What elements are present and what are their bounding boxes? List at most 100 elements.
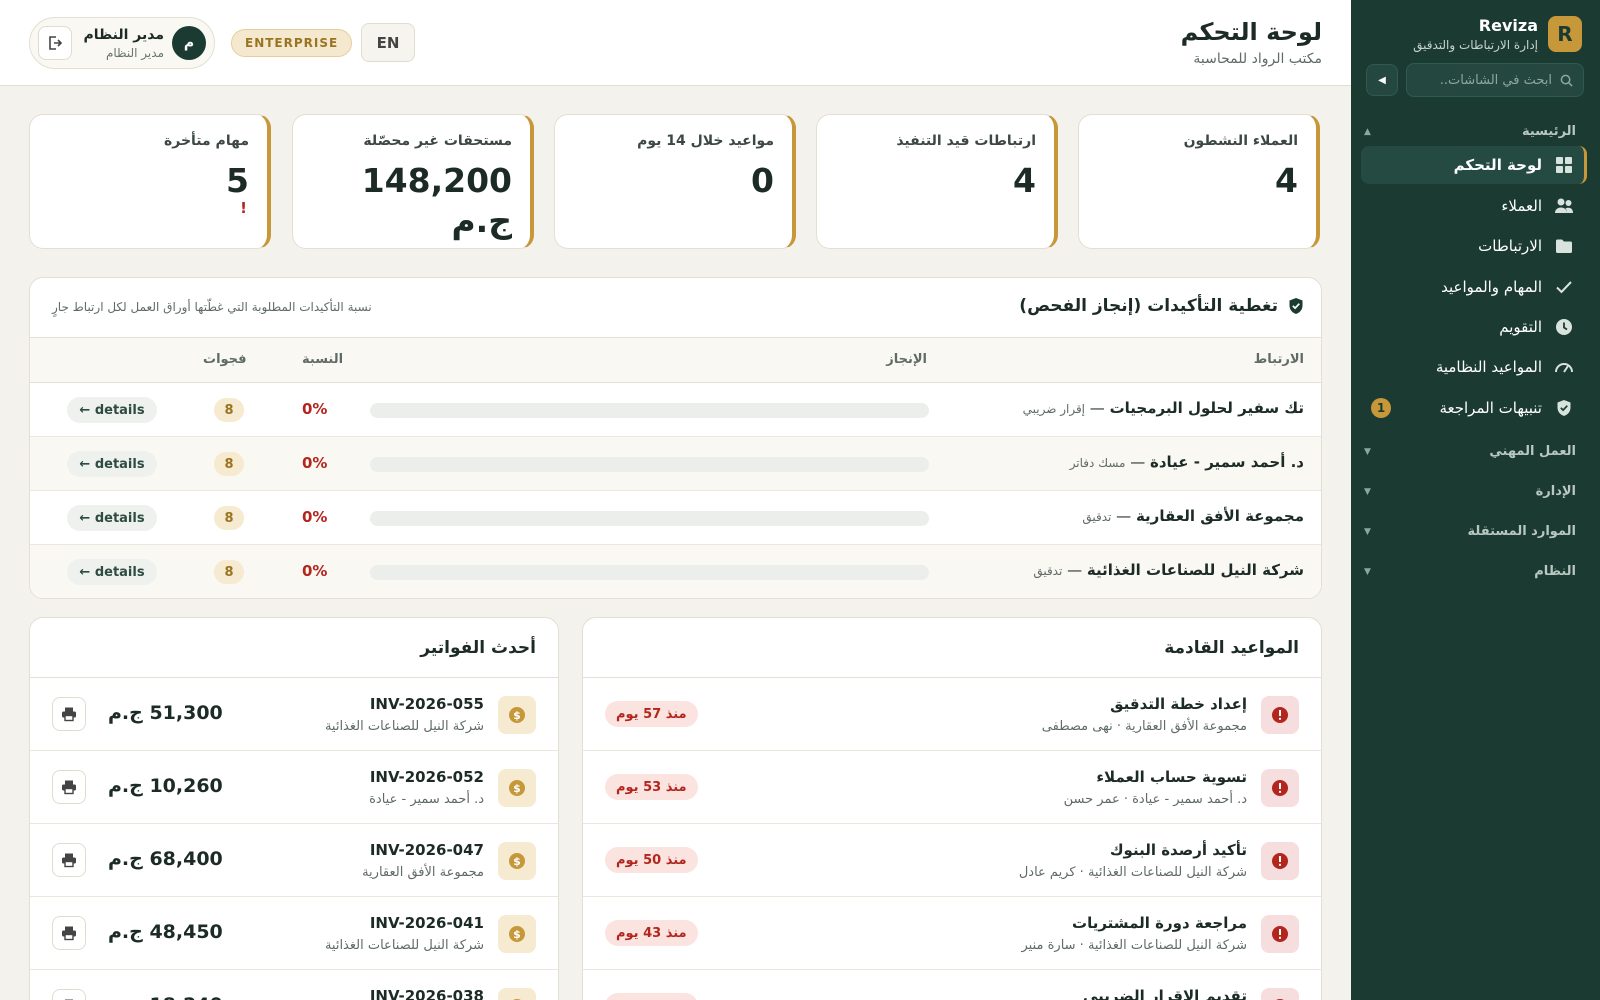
chevron-down-icon: ▼ <box>1364 486 1371 497</box>
engagement-type: مسك دفاتر <box>1069 456 1126 470</box>
printer-icon <box>61 925 77 941</box>
search-icon <box>1560 74 1573 87</box>
progress-bar <box>370 457 929 472</box>
details-button[interactable]: ← details <box>67 397 157 423</box>
sidebar-search-input[interactable] <box>1422 72 1552 88</box>
deadline-item[interactable]: تأكيد أرصدة البنوك شركة النيل للصناعات ال… <box>583 824 1321 897</box>
sidebar-item-review-alerts[interactable]: تنبيهات المراجعة 1 <box>1361 389 1584 427</box>
deadline-title: مراجعة دورة المشتريات <box>1072 914 1247 932</box>
overdue-alert-icon <box>1261 915 1299 953</box>
brand-name: Reviza <box>1478 16 1538 35</box>
brand-logo: R <box>1548 16 1582 52</box>
clock-icon <box>1554 317 1574 337</box>
sidebar: Reviza إدارة الارتباطات والتدقيق R ◀ الر… <box>1351 0 1600 1000</box>
print-button[interactable] <box>52 843 86 877</box>
kpi-value: 148,200 ج.م <box>361 161 512 240</box>
grid-icon <box>1554 155 1574 175</box>
gaps-badge: 8 <box>214 398 244 422</box>
sidebar-section-main[interactable]: الرئيسية ▲ <box>1364 124 1576 139</box>
user-menu[interactable]: مدير النظام مدير النظام م <box>29 17 215 69</box>
card-title: تغطية التأكيدات (إنجاز الفحص) <box>1019 296 1278 316</box>
sidebar-section-resources[interactable]: الموارد المستقلة ▼ <box>1364 524 1576 539</box>
dollar-icon: $ <box>498 988 536 1000</box>
deadline-item[interactable]: مراجعة دورة المشتريات شركة النيل للصناعات… <box>583 897 1321 970</box>
kpi-value: 0 <box>751 161 774 200</box>
gaps-badge: 8 <box>214 452 244 476</box>
shield-check-icon <box>1554 398 1574 418</box>
engagement-name: تك سفير لحلول البرمجيات <box>1109 399 1304 417</box>
sidebar-section-system[interactable]: النظام ▼ <box>1364 564 1576 579</box>
sidebar-section-professional[interactable]: العمل المهني ▼ <box>1364 444 1576 459</box>
kpi-overdue-tasks[interactable]: مهام متأخرة 5 ! <box>29 114 271 249</box>
details-button[interactable]: ← details <box>67 505 157 531</box>
deadline-item[interactable]: تقديم الإقرار الضريبي منذ 39 يوم <box>583 970 1321 1000</box>
sidebar-search[interactable] <box>1406 63 1584 97</box>
invoice-item[interactable]: $ INV-2026-041 شركة النيل للصناعات الغذائي… <box>30 897 558 970</box>
deadline-item[interactable]: إعداد خطة التدقيق مجموعة الأفق العقارية ·… <box>583 678 1321 751</box>
sidebar-item-engagements[interactable]: الارتباطات <box>1361 227 1584 265</box>
invoice-item[interactable]: $ INV-2026-055 شركة النيل للصناعات الغذائي… <box>30 678 558 751</box>
kpi-active-clients[interactable]: العملاء النشطون 4 <box>1078 114 1320 249</box>
sidebar-item-statutory-deadlines[interactable]: المواعيد النظامية <box>1361 348 1584 386</box>
coverage-ratio: 0% <box>302 562 328 580</box>
card-title: أحدث الفواتير <box>420 638 536 658</box>
overdue-alert-icon <box>1261 842 1299 880</box>
top-header: لوحة التحكم مكتب الرواد للمحاسبة مدير ال… <box>0 0 1351 86</box>
kpi-alert-mark: ! <box>240 199 247 217</box>
sidebar-item-label: تنبيهات المراجعة <box>1439 399 1542 417</box>
sidebar-item-clients[interactable]: العملاء <box>1361 187 1584 225</box>
invoice-number: INV-2026-041 <box>369 914 484 932</box>
deadline-item[interactable]: تسوية حساب العملاء د. أحمد سمير - عيادة ·… <box>583 751 1321 824</box>
invoice-item[interactable]: $ INV-2026-038 18,240 ج.م <box>30 970 558 1000</box>
print-button[interactable] <box>52 916 86 950</box>
gaps-badge: 8 <box>214 560 244 584</box>
card-description: نسبة التأكيدات المطلوبة التي غطّتها أورا… <box>52 300 372 314</box>
sidebar-item-calendar[interactable]: التقويم <box>1361 308 1584 346</box>
users-icon <box>1554 196 1574 216</box>
table-row[interactable]: د. أحمد سمير - عيادة — مسك دفاتر 0% 8 ← det… <box>30 437 1321 491</box>
sidebar-item-label: لوحة التحكم <box>1453 156 1542 174</box>
print-button[interactable] <box>52 989 86 1000</box>
gaps-badge: 8 <box>214 506 244 530</box>
invoice-client: شركة النيل للصناعات الغذائية <box>324 719 484 734</box>
overdue-alert-icon <box>1261 988 1299 1000</box>
gauge-icon <box>1554 357 1574 377</box>
kpi-label: ارتباطات قيد التنفيذ <box>896 133 1036 149</box>
sidebar-item-tasks[interactable]: المهام والمواعيد <box>1361 268 1584 306</box>
svg-text:$: $ <box>513 855 521 868</box>
svg-text:$: $ <box>513 928 521 941</box>
chevron-down-icon: ▼ <box>1364 566 1371 577</box>
dollar-icon: $ <box>498 769 536 807</box>
kpi-deadlines-14-days[interactable]: مواعيد خلال 14 يوم 0 <box>554 114 796 249</box>
details-button[interactable]: ← details <box>67 559 157 585</box>
table-row[interactable]: شركة النيل للصناعات الغذائية — تدقيق 0% 8 ←… <box>30 545 1321 598</box>
invoice-item[interactable]: $ INV-2026-047 مجموعة الأفق العقارية 68,400… <box>30 824 558 897</box>
print-button[interactable] <box>52 770 86 804</box>
progress-bar <box>370 565 929 580</box>
sidebar-collapse-button[interactable]: ◀ <box>1366 64 1398 96</box>
invoice-amount: 51,300 ج.م <box>108 702 223 724</box>
progress-bar <box>370 511 929 526</box>
kpi-label: العملاء النشطون <box>1183 133 1298 149</box>
logout-button[interactable] <box>38 26 72 60</box>
engagement-name: د. أحمد سمير - عيادة <box>1150 453 1304 471</box>
deadline-subtitle: شركة النيل للصناعات الغذائية · كريم عادل <box>1018 865 1247 880</box>
invoice-item[interactable]: $ INV-2026-052 د. أحمد سمير - عيادة 10,260 … <box>30 751 558 824</box>
overdue-badge: منذ 39 يوم <box>605 993 698 1000</box>
deadline-subtitle: د. أحمد سمير - عيادة · عمر حسن <box>1063 792 1247 807</box>
kpi-uncollected-receivables[interactable]: مستحقات غير محصّلة 148,200 ج.م <box>292 114 534 249</box>
details-button[interactable]: ← details <box>67 451 157 477</box>
plan-badge: ENTERPRISE <box>231 29 353 57</box>
deadline-title: تقديم الإقرار الضريبي <box>1083 987 1247 1000</box>
language-toggle-button[interactable]: EN <box>361 23 415 62</box>
table-row[interactable]: مجموعة الأفق العقارية — تدقيق 0% 8 ← detail… <box>30 491 1321 545</box>
invoice-number: INV-2026-052 <box>369 768 484 786</box>
sidebar-item-dashboard[interactable]: لوحة التحكم <box>1361 146 1587 184</box>
sidebar-section-administration[interactable]: الإدارة ▼ <box>1364 484 1576 499</box>
kpi-engagements-in-progress[interactable]: ارتباطات قيد التنفيذ 4 <box>816 114 1058 249</box>
print-button[interactable] <box>52 697 86 731</box>
kpi-label: مواعيد خلال 14 يوم <box>637 133 774 149</box>
invoice-amount: 48,450 ج.م <box>108 921 223 943</box>
section-label: الموارد المستقلة <box>1467 524 1576 539</box>
table-row[interactable]: تك سفير لحلول البرمجيات — إقرار ضريبي 0% 8… <box>30 383 1321 437</box>
